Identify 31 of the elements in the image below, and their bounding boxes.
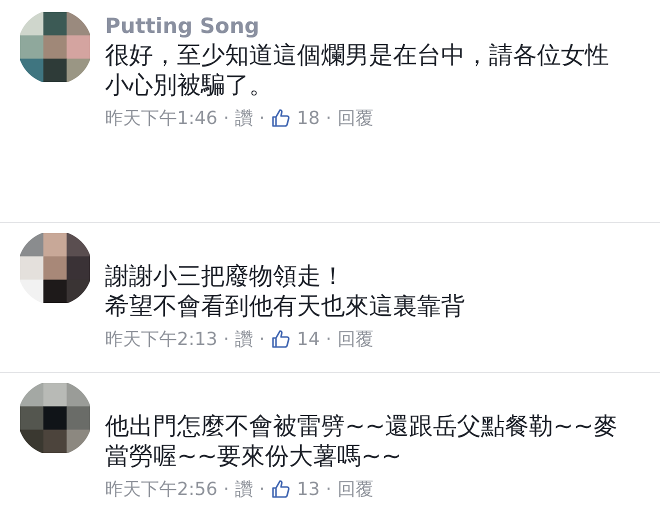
reply-link[interactable]: 回覆 — [338, 477, 374, 501]
separator-dot: · — [259, 478, 265, 500]
like-count: 14 — [296, 328, 320, 350]
comment-text: 希望不會看到他有天也來這裏靠背 — [105, 291, 465, 321]
separator-dot: · — [326, 478, 332, 500]
separator-dot: · — [223, 478, 230, 500]
separator-dot: · — [223, 328, 230, 350]
author-name[interactable]: Putting Song — [105, 12, 260, 40]
like-count: 18 — [296, 108, 320, 128]
comment-text: 當勞喔~~要來份大薯嗎~~ — [105, 441, 402, 471]
separator-dot: · — [223, 108, 230, 128]
like-count: 13 — [296, 478, 320, 500]
separator-dot: · — [326, 328, 332, 350]
timestamp: 昨天下午2:13 — [105, 328, 218, 351]
timestamp: 昨天下午2:56 — [105, 478, 218, 501]
reply-link[interactable]: 回覆 — [338, 327, 374, 351]
comment-text: 他出門怎麼不會被雷劈~~還跟岳父點餐勒~~麥 — [105, 411, 618, 441]
separator-dot: · — [259, 328, 265, 350]
separator-dot: · — [259, 108, 265, 128]
like-link[interactable]: 讚 — [235, 477, 254, 501]
timestamp: 昨天下午1:46 — [105, 107, 218, 130]
thumbs-up-icon — [270, 479, 291, 499]
separator-dot: · — [326, 108, 332, 128]
reply-link[interactable]: 回覆 — [338, 106, 374, 130]
like-link[interactable]: 讚 — [235, 327, 254, 351]
like-link[interactable]: 讚 — [235, 106, 254, 130]
comment-text: 很好，至少知道這個爛男是在台中，請各位女性 — [105, 40, 609, 70]
comment-text: 小心別被騙了。 — [105, 70, 273, 100]
thumbs-up-icon — [270, 329, 291, 349]
thumbs-up-icon — [270, 108, 291, 128]
comment-text: 謝謝小三把廢物領走！ — [105, 261, 345, 291]
